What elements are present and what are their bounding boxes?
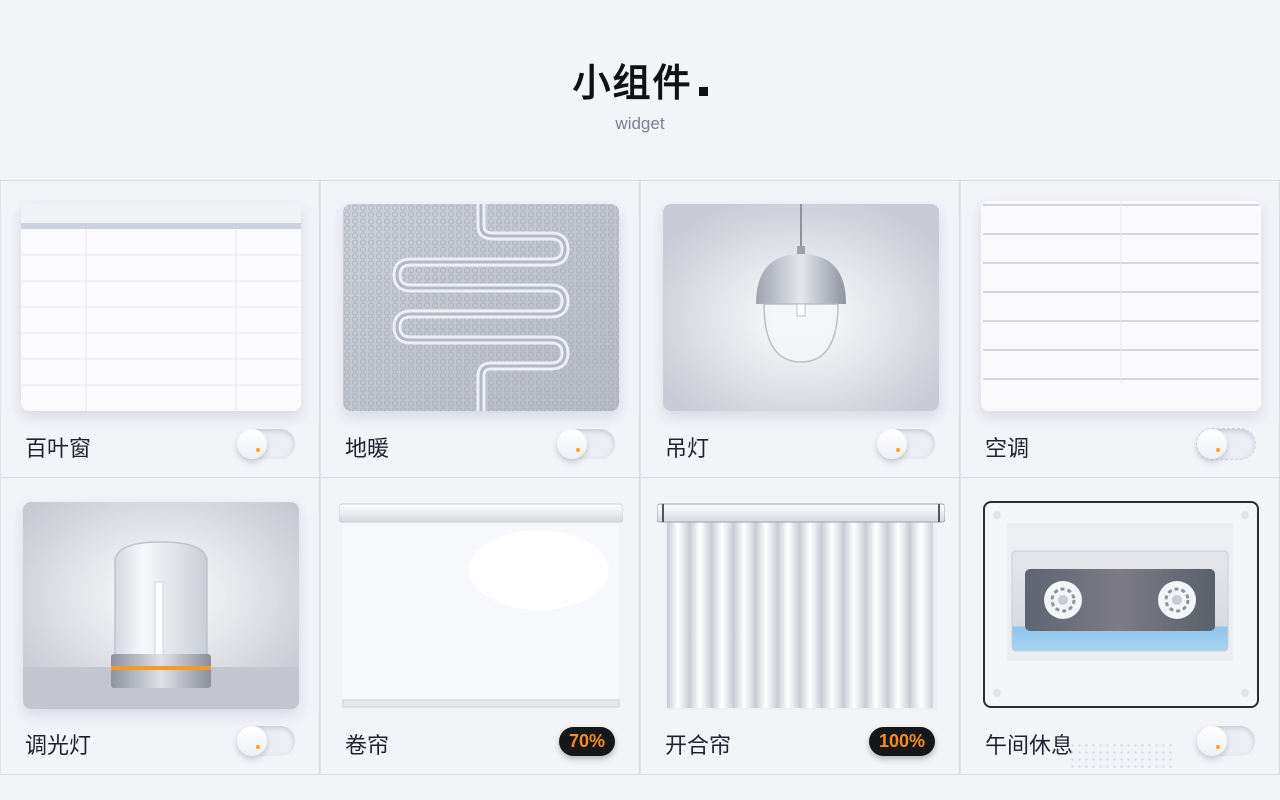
open-percent-badge[interactable]: 70% — [558, 727, 615, 756]
floor-heating-icon — [343, 204, 619, 411]
page-subtitle: widget — [615, 114, 665, 133]
indicator-dot — [1216, 448, 1220, 452]
power-toggle[interactable] — [877, 429, 935, 459]
widget-card-curtain[interactable]: 开合帘 100% — [640, 478, 960, 775]
power-toggle[interactable] — [1196, 428, 1256, 460]
toggle-knob — [237, 726, 267, 756]
pendant-lamp-icon — [663, 204, 939, 411]
page-title: 小组件 — [0, 52, 1280, 107]
widget-label: 百叶窗 — [25, 437, 92, 462]
indicator-dot — [256, 448, 260, 452]
power-toggle[interactable] — [1197, 726, 1255, 756]
widget-grid: 百叶窗 地暖 吊灯 空调 调光灯 卷帘 70% 开合帘 100% 午间休息 — [0, 180, 1280, 775]
roller-blind-icon — [339, 500, 623, 710]
widget-label: 午间休息 — [985, 734, 1074, 759]
widget-label: 吊灯 — [665, 437, 710, 462]
widget-label: 调光灯 — [25, 734, 92, 759]
toggle-knob — [1197, 726, 1227, 756]
blinds-icon — [21, 203, 301, 411]
widget-card-noon-rest[interactable]: 午间休息 — [960, 478, 1280, 775]
widget-card-blinds[interactable]: 百叶窗 — [0, 181, 320, 478]
page-header: 小组件 widget — [0, 0, 1280, 180]
toggle-knob — [237, 429, 267, 459]
cassette-icon — [983, 501, 1259, 708]
power-toggle[interactable] — [237, 726, 295, 756]
widget-label: 开合帘 — [665, 734, 732, 759]
indicator-dot — [256, 745, 260, 749]
widget-card-floor-heating[interactable]: 地暖 — [320, 181, 640, 478]
curtain-icon — [657, 500, 945, 712]
open-percent-badge[interactable]: 100% — [868, 727, 935, 756]
widget-card-pendant-lamp[interactable]: 吊灯 — [640, 181, 960, 478]
power-toggle[interactable] — [557, 429, 615, 459]
toggle-knob — [877, 429, 907, 459]
toggle-knob — [557, 429, 587, 459]
widget-card-dimmer-lamp[interactable]: 调光灯 — [0, 478, 320, 775]
indicator-dot — [1216, 745, 1220, 749]
widget-label: 卷帘 — [345, 734, 390, 759]
widget-label: 地暖 — [345, 437, 390, 462]
indicator-dot — [896, 448, 900, 452]
widget-card-air-conditioner[interactable]: 空调 — [960, 181, 1280, 478]
dimmer-lamp-icon — [23, 502, 299, 709]
air-conditioner-icon — [981, 201, 1261, 411]
title-dot — [698, 87, 708, 96]
dot-pattern-decoration — [1069, 742, 1173, 770]
page-title-text: 小组件 — [572, 61, 693, 105]
power-toggle[interactable] — [237, 429, 295, 459]
indicator-dot — [576, 448, 580, 452]
widget-label: 空调 — [985, 437, 1030, 462]
widget-card-roller-blind[interactable]: 卷帘 70% — [320, 478, 640, 775]
toggle-knob — [1197, 429, 1227, 459]
